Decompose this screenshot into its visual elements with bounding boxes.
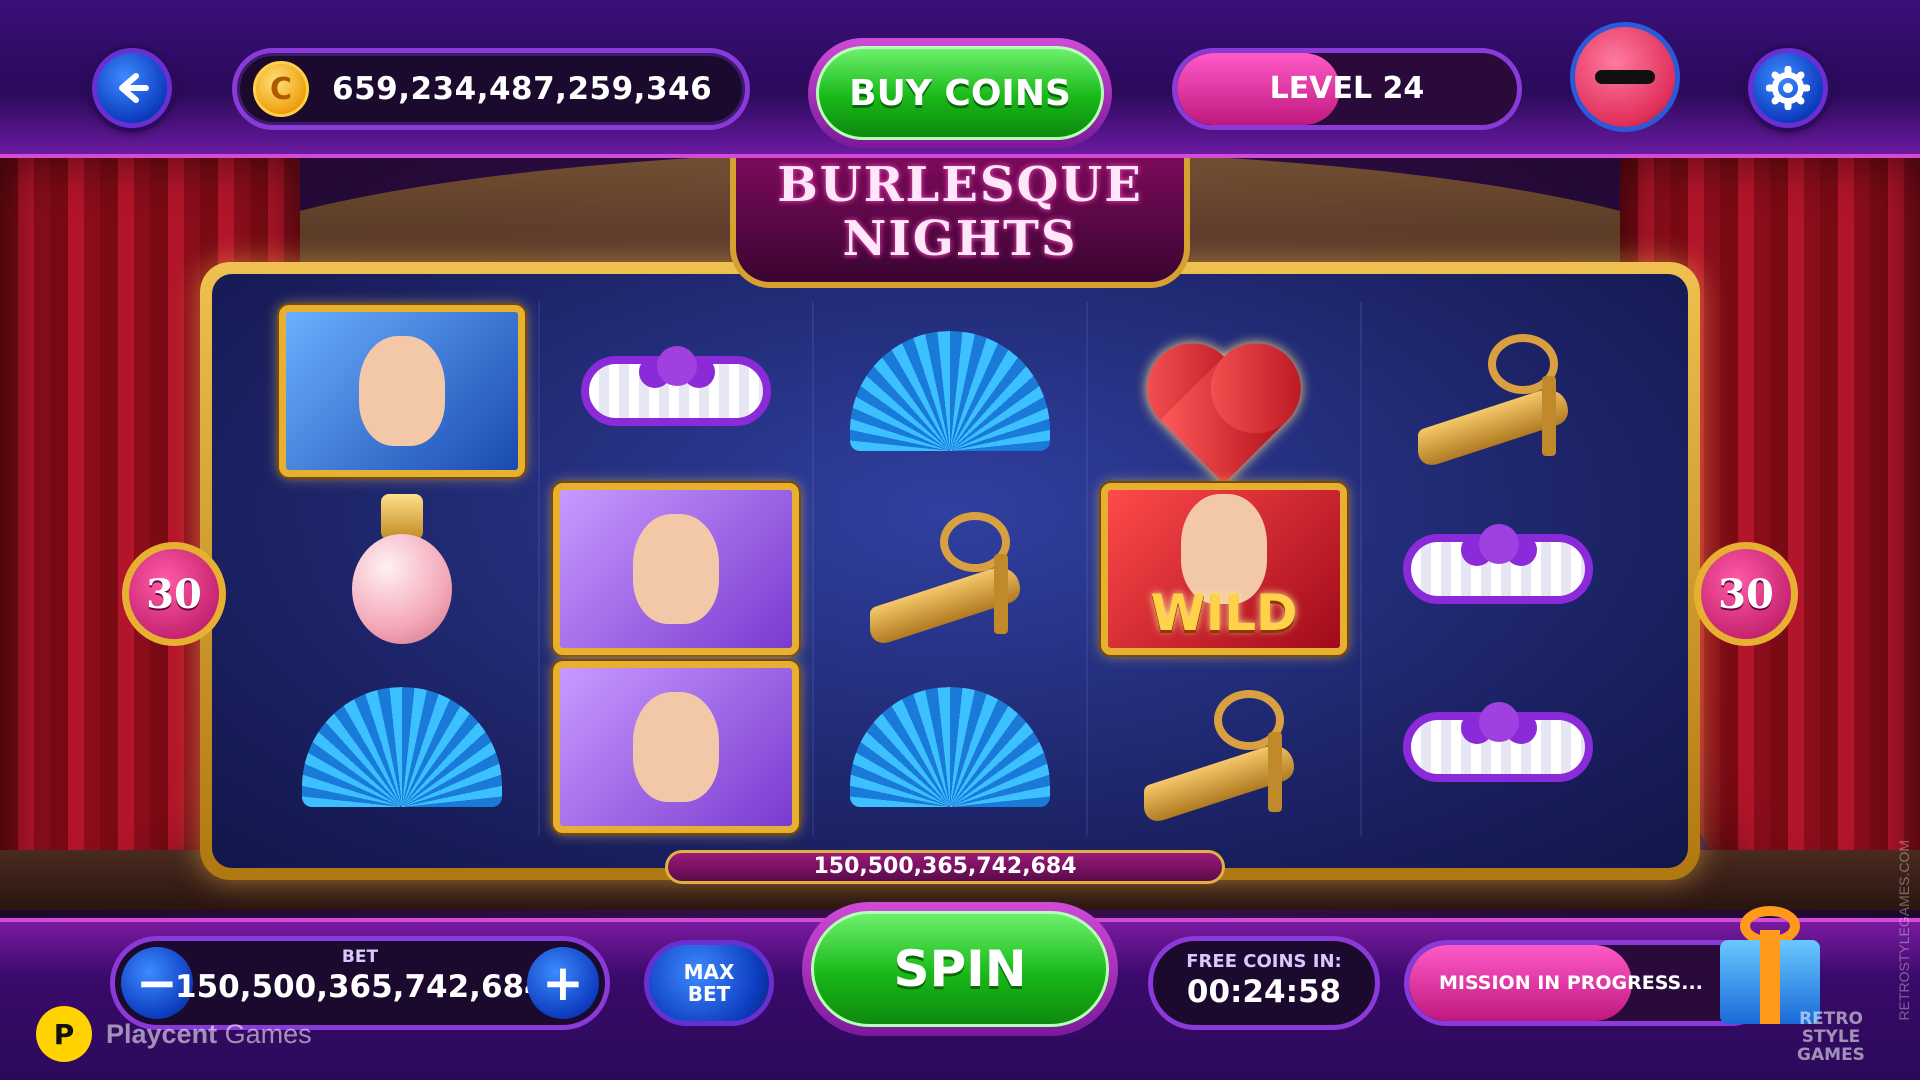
reel-2	[540, 302, 814, 836]
bet-label: BET	[341, 947, 379, 967]
symbol-garter	[1366, 480, 1630, 658]
watermark-line-1: RETRO	[1799, 1009, 1863, 1029]
symbol-garter	[544, 302, 808, 480]
publisher-name-rest: Games	[217, 1018, 312, 1049]
wild-label: WILD	[1150, 584, 1298, 642]
settings-button[interactable]	[1748, 48, 1828, 128]
publisher-name-bold: Playcent	[106, 1018, 218, 1049]
reel-4: WILD	[1088, 302, 1362, 836]
total-bet-display: 150,500,365,742,684	[665, 850, 1225, 884]
buy-coins-label: BUY COINS	[816, 46, 1104, 140]
piggy-bank-icon	[1595, 70, 1655, 84]
watermark-line-2: STYLE	[1801, 1027, 1861, 1047]
level-progress-bar[interactable]: LEVEL 24	[1172, 48, 1522, 130]
title-line-1: BURLESQUE	[777, 157, 1143, 213]
symbol-perfume	[270, 480, 534, 658]
symbol-fan	[818, 658, 1082, 836]
bet-value: 150,500,365,742,684	[175, 969, 546, 1005]
free-coins-timer-panel[interactable]: FREE COINS IN: 00:24:58	[1148, 936, 1380, 1030]
spin-button[interactable]: SPIN	[802, 902, 1118, 1036]
symbol-shoe	[1092, 658, 1356, 836]
symbol-fan	[818, 302, 1082, 480]
title-line-2: NIGHTS	[842, 211, 1078, 267]
back-button[interactable]	[92, 48, 172, 128]
symbol-flapper	[544, 480, 808, 658]
symbol-fan	[270, 658, 534, 836]
arrow-left-icon	[119, 73, 149, 103]
symbol-garter	[1366, 658, 1630, 836]
max-bet-label-1: MAX	[683, 960, 735, 984]
coin-icon: C	[253, 61, 309, 117]
watermark-line-3: GAMES	[1797, 1045, 1865, 1065]
symbol-heart-gem	[1092, 302, 1356, 484]
reel-3	[814, 302, 1088, 836]
vertical-watermark: RETROSTYLEGAMES.COM	[1896, 840, 1912, 1021]
free-coins-label: FREE COINS IN:	[1186, 951, 1342, 972]
reel-frame: WILD	[200, 262, 1700, 880]
piggy-bank-button[interactable]	[1570, 22, 1680, 132]
watermark-logo: RETRO STYLE GAMES	[1776, 1010, 1886, 1076]
free-coins-timer: 00:24:58	[1186, 974, 1342, 1010]
game-title-logo: BURLESQUE NIGHTS	[730, 158, 1190, 288]
gear-icon	[1766, 66, 1810, 110]
buy-coins-button[interactable]: BUY COINS	[808, 38, 1112, 148]
gift-box-icon[interactable]	[1710, 900, 1830, 1024]
coin-balance: 659,234,487,259,346	[332, 71, 713, 107]
symbol-singer-blonde	[270, 302, 534, 480]
spin-label: SPIN	[811, 911, 1109, 1027]
paylines-badge-right: 30	[1694, 542, 1798, 646]
symbol-shoe	[1366, 302, 1630, 480]
publisher-logo: P	[36, 1006, 92, 1062]
increase-bet-button[interactable]: +	[527, 947, 599, 1019]
reel-area: WILD	[212, 274, 1688, 868]
symbol-shoe	[818, 480, 1082, 658]
reel-5	[1362, 302, 1634, 836]
reel-1	[266, 302, 540, 836]
symbol-wild: WILD	[1092, 480, 1356, 658]
mission-label: MISSION IN PROGRESS...	[1439, 972, 1703, 994]
max-bet-button[interactable]: MAX BET	[644, 940, 774, 1026]
coin-balance-panel: C 659,234,487,259,346	[232, 48, 750, 130]
paylines-badge-left: 30	[122, 542, 226, 646]
publisher-branding: P Playcent Games	[36, 1006, 312, 1062]
level-label: LEVEL 24	[1269, 71, 1425, 106]
max-bet-label-2: BET	[687, 982, 731, 1006]
symbol-flapper	[544, 658, 808, 836]
